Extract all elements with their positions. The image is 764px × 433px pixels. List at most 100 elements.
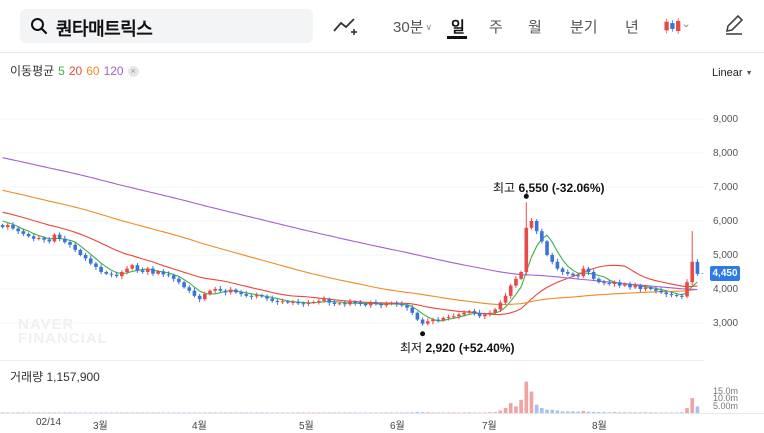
candle-body bbox=[581, 268, 586, 277]
x-tick-label: 02/14 bbox=[36, 417, 62, 428]
candle-body bbox=[503, 295, 508, 303]
candle-body bbox=[389, 302, 394, 304]
candle-body bbox=[565, 272, 570, 274]
period-month[interactable]: 월 bbox=[528, 16, 542, 37]
moving-average-60-line bbox=[2, 189, 698, 306]
candle-body bbox=[446, 316, 451, 318]
candle-body bbox=[63, 238, 67, 243]
candle-body bbox=[291, 301, 295, 303]
candle-body bbox=[560, 268, 565, 272]
period-week[interactable]: 주 bbox=[489, 16, 503, 37]
candle-body bbox=[436, 319, 440, 321]
candle-body bbox=[695, 261, 700, 274]
candle-body bbox=[493, 309, 497, 313]
add-indicator-icon[interactable] bbox=[332, 13, 358, 39]
candle-body bbox=[420, 319, 425, 324]
candle-body bbox=[187, 287, 192, 291]
candle-body bbox=[550, 255, 555, 262]
candle-body bbox=[472, 311, 477, 313]
y-tick-label: 7,000 bbox=[713, 182, 739, 193]
candle-body bbox=[597, 278, 601, 283]
candle-body bbox=[457, 314, 461, 317]
candle-body bbox=[337, 303, 342, 305]
period-day[interactable]: 일 bbox=[451, 16, 465, 37]
high-prefix: 최고 bbox=[493, 181, 516, 195]
period-30min[interactable]: 30분 ∨ bbox=[393, 16, 432, 37]
candle-body bbox=[270, 298, 275, 301]
candle-body bbox=[285, 301, 290, 303]
candle-body bbox=[120, 272, 124, 277]
period-year[interactable]: 년 bbox=[625, 16, 639, 37]
candle-body bbox=[130, 265, 135, 269]
candle-body bbox=[296, 301, 300, 304]
candle-body bbox=[415, 312, 420, 320]
candle-body bbox=[498, 302, 503, 310]
candle-body bbox=[343, 303, 347, 305]
candle-body bbox=[171, 275, 176, 279]
candle-body bbox=[135, 265, 140, 271]
candle-body bbox=[514, 278, 518, 286]
search-icon bbox=[31, 18, 48, 35]
chart-toolbar: 퀀타매트릭스 30분 ∨ 일 주 월 분기 년 bbox=[0, 0, 764, 52]
candle-body bbox=[301, 303, 306, 305]
candle-body bbox=[192, 290, 197, 296]
candle-body bbox=[400, 304, 404, 306]
candle-body bbox=[441, 317, 446, 321]
candle-body bbox=[358, 302, 363, 304]
candle-body bbox=[197, 295, 202, 300]
price-chart[interactable] bbox=[0, 53, 764, 358]
candle-body bbox=[223, 290, 228, 293]
candle-body bbox=[379, 303, 383, 306]
candle-body bbox=[602, 282, 606, 284]
volume-divider bbox=[0, 360, 704, 361]
candle-body bbox=[94, 263, 98, 267]
candle-body bbox=[16, 228, 20, 232]
search-query[interactable]: 퀀타매트릭스 bbox=[56, 15, 153, 41]
x-tick-label: 3월 bbox=[93, 421, 108, 432]
candle-body bbox=[664, 292, 669, 295]
volume-chart[interactable] bbox=[0, 380, 704, 413]
candlestick-type-icon[interactable] bbox=[663, 13, 689, 39]
candle-body bbox=[109, 273, 114, 275]
candle-body bbox=[540, 231, 544, 242]
period-quarter[interactable]: 분기 bbox=[570, 16, 598, 37]
candle-body bbox=[374, 302, 378, 304]
candle-body bbox=[617, 282, 622, 286]
candle-body bbox=[628, 283, 632, 288]
candle-body bbox=[488, 312, 492, 315]
candle-body bbox=[690, 261, 695, 283]
candle-body bbox=[348, 301, 352, 305]
candle-body bbox=[431, 319, 435, 322]
candle-body bbox=[166, 274, 171, 276]
candle-body bbox=[607, 282, 612, 284]
x-tick-label: 7월 bbox=[482, 421, 497, 432]
pencil-icon[interactable] bbox=[722, 13, 744, 37]
candle-body bbox=[125, 268, 129, 272]
candle-body bbox=[68, 242, 72, 245]
search-box[interactable]: 퀀타매트릭스 bbox=[20, 9, 313, 43]
candle-body bbox=[52, 234, 57, 242]
candle-body bbox=[0, 225, 5, 228]
candle-body bbox=[405, 305, 409, 308]
y-tick-label: 8,000 bbox=[713, 148, 739, 159]
candle-body bbox=[508, 285, 513, 296]
candle-body bbox=[659, 290, 663, 293]
candle-body bbox=[317, 300, 321, 302]
candle-body bbox=[529, 221, 534, 228]
candle-body bbox=[576, 275, 580, 277]
x-tick-label: 8월 bbox=[592, 421, 607, 432]
candle-body bbox=[239, 292, 243, 295]
y-tick-label: 9,000 bbox=[713, 114, 739, 125]
candle-body bbox=[519, 272, 523, 279]
candle-body bbox=[5, 225, 10, 228]
candle-body bbox=[73, 244, 77, 250]
x-tick-label: 6월 bbox=[390, 421, 405, 432]
high-price-annotation: 최고 6,550 (-32.06%) bbox=[493, 179, 605, 196]
low-prefix: 최저 bbox=[400, 341, 423, 355]
candle-body bbox=[384, 303, 389, 306]
volume-bar bbox=[514, 406, 518, 413]
candle-body bbox=[78, 249, 83, 255]
candle-body bbox=[99, 266, 103, 272]
candle-body bbox=[47, 239, 52, 242]
y-tick-label: 3,000 bbox=[713, 318, 739, 329]
